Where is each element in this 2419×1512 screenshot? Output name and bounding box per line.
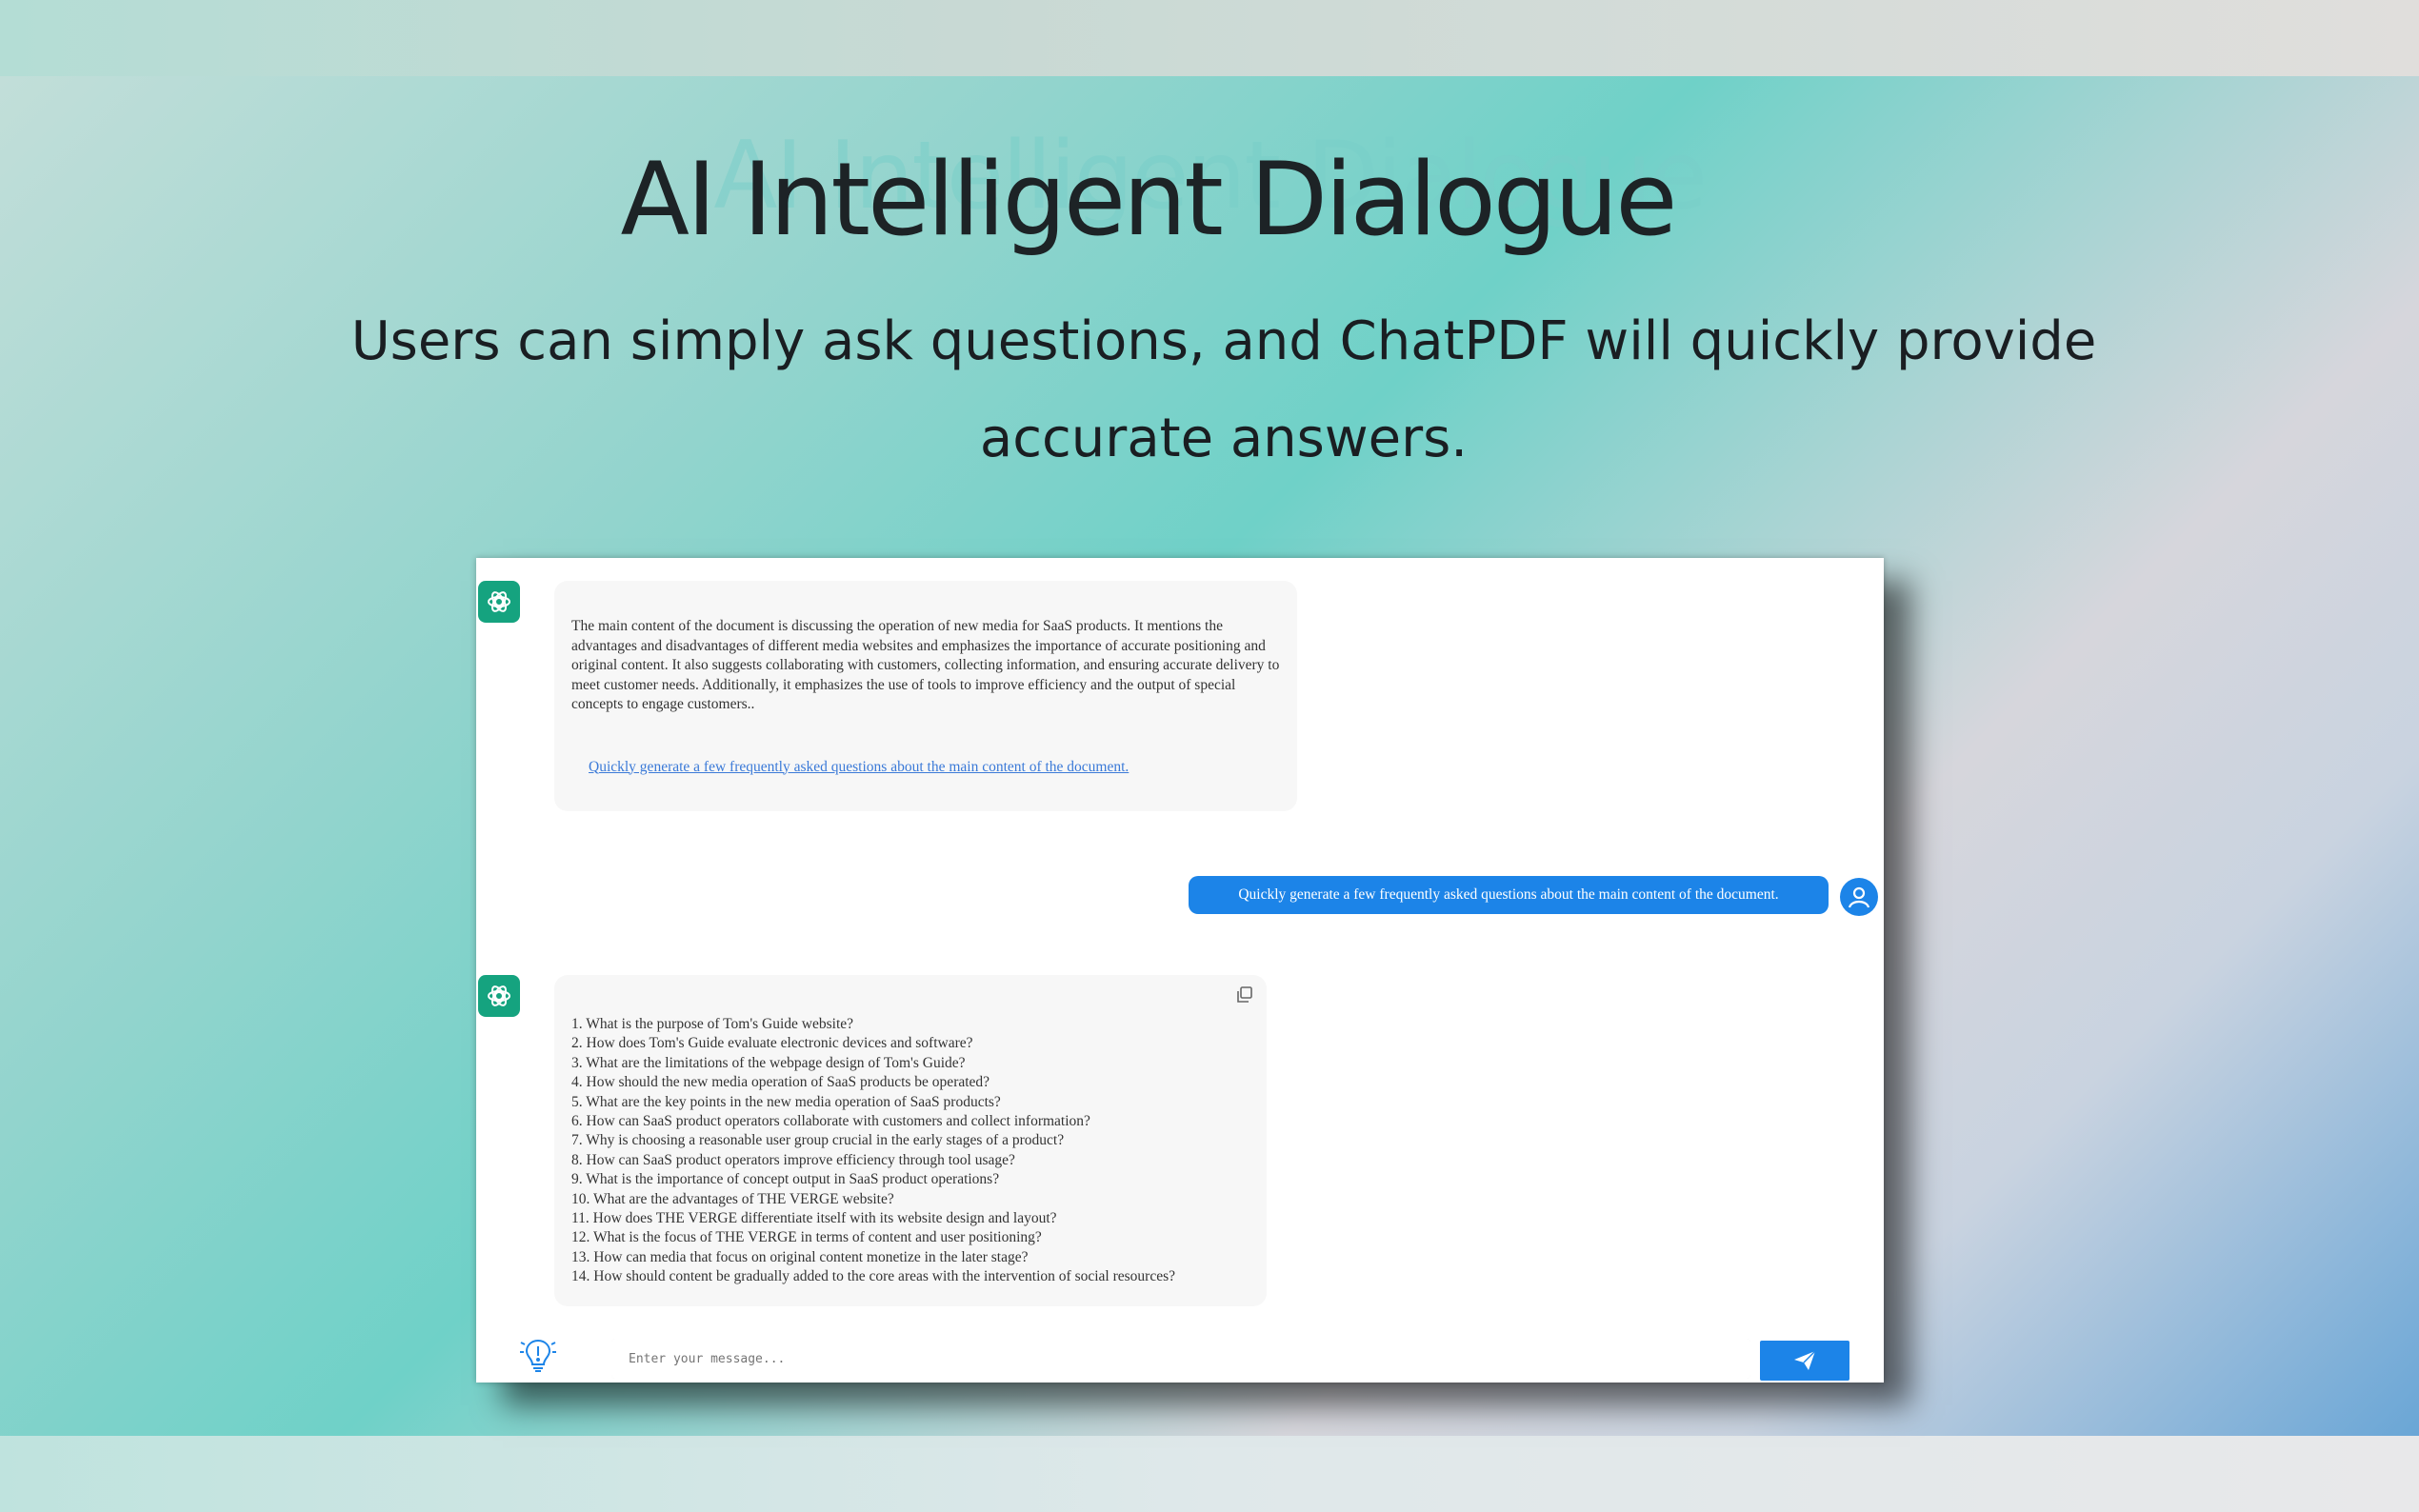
page-subtitle: Users can simply ask questions, and Chat…	[350, 310, 2097, 469]
user-message: Quickly generate a few frequently asked …	[1189, 876, 1829, 914]
list-item: 10. What are the advantages of THE VERGE…	[571, 1190, 894, 1207]
chat-window: The main content of the document is disc…	[476, 558, 1884, 1383]
top-band	[0, 0, 2419, 76]
list-item: 5. What are the key points in the new me…	[571, 1093, 1001, 1110]
faq-list: 1. What is the purpose of Tom's Guide we…	[571, 1015, 1249, 1287]
list-item: 2. How does Tom's Guide evaluate electro…	[571, 1035, 973, 1052]
send-button[interactable]	[1760, 1341, 1849, 1381]
list-item: 3. What are the limitations of the webpa…	[571, 1054, 966, 1071]
summary-text: The main content of the document is disc…	[571, 618, 1280, 712]
paper-plane-icon	[1794, 1350, 1816, 1370]
list-item: 14. How should content be gradually adde…	[571, 1268, 1176, 1285]
bot-avatar	[478, 581, 520, 623]
list-item: 9. What is the importance of concept out…	[571, 1171, 1000, 1188]
list-item: 7. Why is choosing a reasonable user gro…	[571, 1132, 1065, 1149]
message-input[interactable]	[611, 1339, 1750, 1379]
user-avatar	[1840, 878, 1878, 916]
suggested-question-link[interactable]: Quickly generate a few frequently asked …	[589, 759, 1280, 776]
list-item: 8. How can SaaS product operators improv…	[571, 1151, 1015, 1168]
list-item: 11. How does THE VERGE differentiate its…	[571, 1210, 1057, 1227]
bot-message-summary: The main content of the document is disc…	[554, 581, 1297, 811]
lightbulb-icon[interactable]	[518, 1335, 558, 1375]
list-item: 6. How can SaaS product operators collab…	[571, 1113, 1090, 1130]
list-item: 4. How should the new media operation of…	[571, 1074, 990, 1091]
bot-message-answer: 1. What is the purpose of Tom's Guide we…	[554, 975, 1267, 1306]
bottom-band	[0, 1436, 2419, 1512]
page-title: AI Intelligent Dialogue	[620, 141, 1678, 258]
copy-icon[interactable]	[1234, 985, 1255, 1005]
list-item: 1. What is the purpose of Tom's Guide we…	[571, 1016, 854, 1032]
user-message-text: Quickly generate a few frequently asked …	[1238, 886, 1779, 903]
bot-avatar	[478, 975, 520, 1017]
list-item: 12. What is the focus of THE VERGE in te…	[571, 1229, 1042, 1246]
openai-logo-icon	[488, 985, 510, 1006]
list-item: 13. How can media that focus on original…	[571, 1248, 1029, 1265]
user-icon	[1848, 886, 1870, 908]
openai-logo-icon	[488, 591, 510, 612]
